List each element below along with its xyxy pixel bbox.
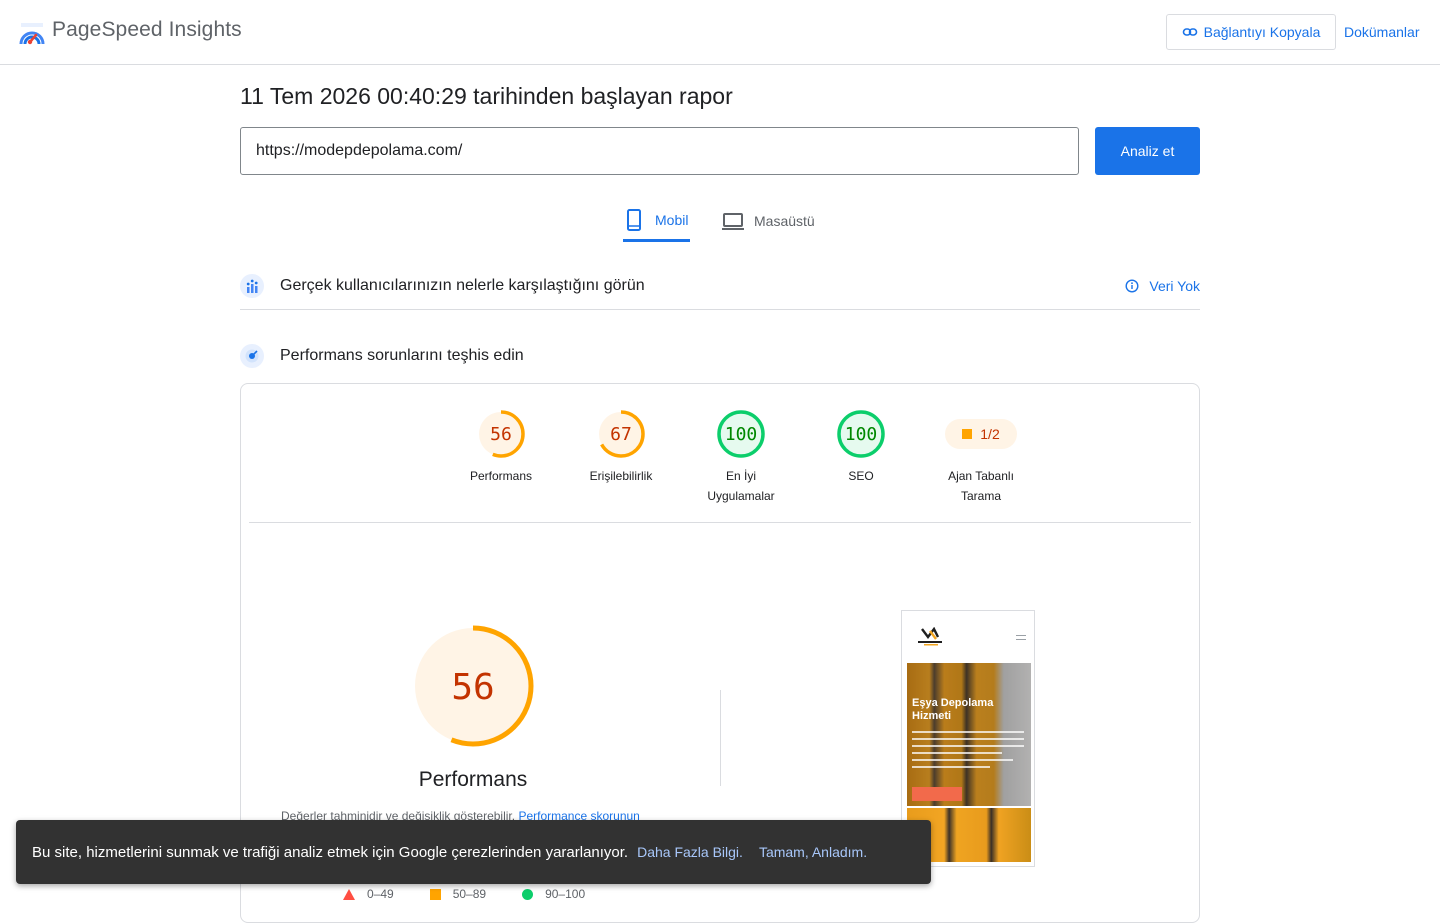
average-square-icon <box>429 888 441 900</box>
gauge-seo-ring: 100 <box>837 410 885 458</box>
diagnose-section: Performans sorunlarını teşhis edin <box>240 338 1200 374</box>
brand-title[interactable]: PageSpeed Insights <box>52 18 242 42</box>
gauge-agentic-label-line2: Tarama <box>960 489 1001 503</box>
gauge-performance[interactable]: 56 Performans <box>441 408 561 506</box>
hero-cta-button <box>912 787 962 801</box>
gauge-agentic-label-line1: Ajan Tabanlı <box>948 469 1014 483</box>
gauge-best-practices-label-line2: Uygulamalar <box>707 489 775 503</box>
cookie-ok-button[interactable]: Tamam, Anladım. <box>759 844 867 860</box>
legend-fail: 0–49 <box>343 887 394 901</box>
diagnose-icon <box>240 344 264 368</box>
gauge-best-practices-label-line1: En İyi <box>725 469 756 483</box>
legend-fail-label: 0–49 <box>367 887 394 901</box>
gauge-seo-value: 100 <box>845 424 878 445</box>
diagnose-title: Performans sorunlarını teşhis edin <box>280 347 524 364</box>
no-data-link[interactable]: Veri Yok <box>1125 278 1200 294</box>
gauge-agentic-label: Ajan Tabanlı Tarama <box>948 466 1014 506</box>
analyze-button[interactable]: Analiz et <box>1095 127 1200 175</box>
hamburger-icon <box>1016 635 1026 640</box>
smartphone-icon <box>627 208 641 231</box>
fail-triangle-icon <box>343 888 355 900</box>
agentic-fraction-badge: 1/2 <box>945 419 1017 449</box>
performance-big-score: 56 <box>451 667 494 708</box>
gauge-best-practices-label: En İyi Uygulamalar <box>707 466 774 506</box>
report-title: 11 Tem 2026 00:40:29 tarihinden başlayan… <box>240 83 733 109</box>
legend-average: 50–89 <box>429 887 487 901</box>
link-icon <box>1182 28 1197 36</box>
laptop-icon <box>722 213 744 230</box>
gauge-accessibility[interactable]: 67 Erişilebilirlik <box>561 408 681 506</box>
info-icon <box>1125 278 1139 293</box>
gauge-best-practices[interactable]: 100 En İyi Uygulamalar <box>681 408 801 506</box>
hero-title: Eşya Depolama Hizmeti <box>912 697 994 722</box>
hero-text-lines <box>912 731 1024 773</box>
legend-average-label: 50–89 <box>452 887 487 901</box>
average-square-icon <box>962 429 973 439</box>
top-header: PageSpeed Insights Bağlantıyı Kopyala Do… <box>0 0 1440 65</box>
tab-desktop[interactable]: Masaüstü <box>722 200 815 242</box>
agentic-fraction-value: 1/2 <box>980 426 1000 442</box>
vertical-divider <box>720 690 721 786</box>
cookie-message: Bu site, hizmetlerini sunmak ve trafiği … <box>32 843 629 861</box>
field-data-title: Gerçek kullanıcılarınızın nelerle karşıl… <box>280 276 645 294</box>
tab-mobile[interactable]: Mobil <box>623 200 691 242</box>
gauge-performance-label: Performans <box>469 469 533 483</box>
score-legend: 0–49 50–89 90–100 <box>343 887 621 901</box>
gauge-performance-value: 56 <box>490 424 512 445</box>
pagespeed-logo-icon[interactable] <box>18 18 46 46</box>
gauge-best-practices-value: 100 <box>725 424 758 445</box>
gauge-best-practices-ring: 100 <box>717 410 765 458</box>
cookie-consent-toast: Bu site, hizmetlerini sunmak ve trafiği … <box>16 820 931 884</box>
card-divider <box>249 522 1191 523</box>
legend-pass: 90–100 <box>522 887 585 901</box>
tab-desktop-label: Masaüstü <box>754 213 815 229</box>
users-chart-icon <box>240 273 264 298</box>
gauge-accessibility-value: 67 <box>610 424 632 445</box>
copy-link-label: Bağlantıyı Kopyala <box>1203 24 1321 40</box>
legend-pass-label: 90–100 <box>545 887 586 901</box>
performance-big-title: Performans <box>418 768 528 791</box>
site-logo-icon <box>918 627 942 646</box>
docs-link[interactable]: Dokümanlar <box>1344 24 1419 40</box>
performance-big-gauge: 56 <box>412 625 534 747</box>
gauge-agentic-browsing[interactable]: 1/2 Ajan Tabanlı Tarama <box>921 408 1041 506</box>
url-input[interactable] <box>240 127 1079 175</box>
pass-circle-icon <box>522 888 534 900</box>
gauge-seo[interactable]: 100 SEO <box>801 408 921 506</box>
gauge-accessibility-label: Erişilebilirlik <box>589 469 653 483</box>
no-data-label: Veri Yok <box>1149 277 1200 294</box>
learn-more-link[interactable]: Daha Fazla Bilgi. <box>637 844 743 860</box>
tab-mobile-label: Mobil <box>655 211 689 228</box>
gauge-seo-label: SEO <box>848 469 874 483</box>
field-data-section: Gerçek kullanıcılarınızın nelerle karşıl… <box>240 262 1200 310</box>
copy-link-button[interactable]: Bağlantıyı Kopyala <box>1166 14 1336 50</box>
gauge-accessibility-ring: 67 <box>597 410 645 458</box>
gauge-performance-ring: 56 <box>477 410 525 458</box>
hero-image: Eşya Depolama Hizmeti <box>907 663 1031 806</box>
score-gauges: 56 Performans 67 Erişilebilirlik 100 En … <box>441 408 1041 506</box>
